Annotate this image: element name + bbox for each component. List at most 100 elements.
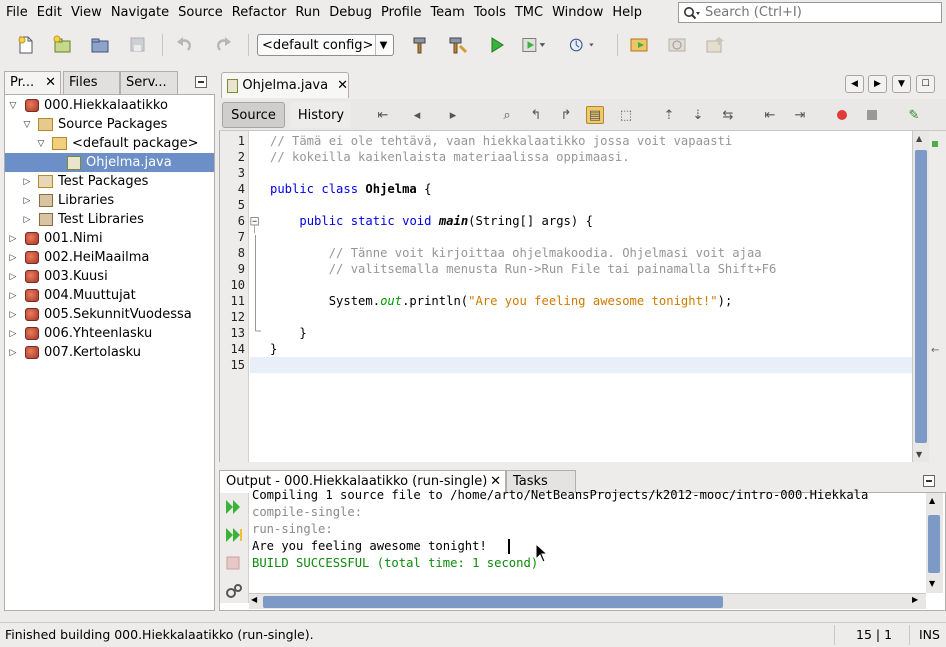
menu-tmc[interactable]: TMC xyxy=(512,0,546,26)
debug-icon[interactable] xyxy=(521,32,547,58)
shift-right-icon[interactable]: ⇥ xyxy=(791,106,809,124)
scroll-down-icon[interactable]: ▼ xyxy=(929,579,935,588)
tree-item[interactable]: Ohjelma.java xyxy=(5,153,214,172)
stop-icon[interactable] xyxy=(226,556,240,570)
tmc-upload-icon[interactable] xyxy=(703,32,729,58)
config-select[interactable]: <default config> ▼ xyxy=(257,34,394,56)
tree-item[interactable]: ▷ Test Packages xyxy=(22,172,149,191)
code-line[interactable]: // kokeilla kaikenlaista materiaalissa o… xyxy=(270,149,630,165)
scroll-thumb[interactable] xyxy=(263,596,723,608)
expand-icon[interactable]: ▷ xyxy=(8,310,18,320)
code-line[interactable]: public static void main(String[] args) { xyxy=(270,213,593,229)
tree-item[interactable]: ▽ Source Packages xyxy=(22,115,168,134)
collapse-icon[interactable]: ▽ xyxy=(8,101,18,111)
tree-item[interactable]: ▷ 002.HeiMaailma xyxy=(8,248,150,267)
scroll-right-icon[interactable]: ▶ xyxy=(912,595,918,604)
prev-bookmark-icon[interactable]: ⇡ xyxy=(660,106,678,124)
code-line[interactable]: System.out.println("Are you feeling awes… xyxy=(270,293,733,309)
code-line[interactable]: } xyxy=(270,341,277,357)
minimize-icon[interactable] xyxy=(923,475,935,487)
rerun-icon[interactable] xyxy=(225,499,243,515)
menu-source[interactable]: Source xyxy=(175,0,226,26)
menu-debug[interactable]: Debug xyxy=(326,0,375,26)
tree-item[interactable]: ▷ 005.SekunnitVuodessa xyxy=(8,305,192,324)
expand-icon[interactable]: ▷ xyxy=(8,329,18,339)
history-mode-button[interactable]: History xyxy=(291,102,351,128)
minimize-icon[interactable] xyxy=(195,76,207,88)
scroll-thumb[interactable] xyxy=(928,515,940,573)
maximize-icon[interactable]: ☐ xyxy=(916,75,935,93)
scroll-up-icon[interactable]: ▲ xyxy=(929,496,935,505)
tab-ohjelma-java[interactable]: Ohjelma.java ✕ xyxy=(221,72,349,98)
expand-icon[interactable]: ▷ xyxy=(22,196,32,206)
menu-navigate[interactable]: Navigate xyxy=(108,0,172,26)
menu-edit[interactable]: Edit xyxy=(34,0,65,26)
output-console[interactable]: Compiling 1 source file to /home/arto/Ne… xyxy=(219,488,946,611)
output-vertical-scrollbar[interactable]: ▲ ▼ xyxy=(926,493,943,593)
tab-files[interactable]: Files xyxy=(63,71,120,95)
tab-projects[interactable]: Pr... ✕ xyxy=(4,71,61,95)
code-line[interactable]: } xyxy=(270,325,306,341)
find-previous-icon[interactable]: ↰ xyxy=(527,106,545,124)
new-file-icon[interactable] xyxy=(13,32,39,58)
scroll-left-icon[interactable]: ◀ xyxy=(845,75,864,93)
record-macro-icon[interactable] xyxy=(833,106,851,124)
rect-select-icon[interactable]: ⬚ xyxy=(617,106,635,124)
scroll-up-icon[interactable]: ▲ xyxy=(916,134,922,143)
tree-item[interactable]: ▷ 007.Kertolasku xyxy=(8,343,141,362)
tree-item[interactable]: ▷ 004.Muuttujat xyxy=(8,286,136,305)
comment-icon[interactable]: ✎ xyxy=(905,106,923,124)
tree-item[interactable]: ▷ 003.Kuusi xyxy=(8,267,108,286)
menu-tools[interactable]: Tools xyxy=(471,0,509,26)
expand-icon[interactable]: ▷ xyxy=(22,215,32,225)
find-icon[interactable]: ⌕ xyxy=(498,106,516,124)
collapse-icon[interactable]: ▽ xyxy=(36,139,46,149)
last-edit-icon[interactable]: ⇤ xyxy=(374,106,392,124)
save-all-icon[interactable] xyxy=(125,32,151,58)
expand-icon[interactable]: ▷ xyxy=(22,177,32,187)
tree-item[interactable]: ▷ Test Libraries xyxy=(22,210,144,229)
tree-item[interactable]: ▽ <default package> xyxy=(36,134,199,153)
fold-icon[interactable] xyxy=(250,215,260,235)
rerun-with-params-icon[interactable] xyxy=(225,527,243,543)
scroll-left-icon[interactable]: ◀ xyxy=(251,595,257,604)
clean-build-icon[interactable] xyxy=(445,32,471,58)
search-input[interactable] xyxy=(705,5,935,20)
tree-item[interactable]: ▷ 001.Nimi xyxy=(8,229,103,248)
search-box[interactable] xyxy=(678,2,942,23)
source-mode-button[interactable]: Source xyxy=(222,102,285,128)
expand-icon[interactable]: ▷ xyxy=(8,348,18,358)
tab-services[interactable]: Serv... xyxy=(120,71,178,95)
expand-icon[interactable]: ▷ xyxy=(8,253,18,263)
redo-icon[interactable] xyxy=(210,32,236,58)
editor-vertical-scrollbar[interactable]: ▲ ▼ xyxy=(912,131,929,462)
undo-icon[interactable] xyxy=(172,32,198,58)
profile-icon[interactable] xyxy=(569,32,595,58)
menu-window[interactable]: Window xyxy=(549,0,606,26)
run-icon[interactable] xyxy=(484,32,510,58)
menu-run[interactable]: Run xyxy=(292,0,323,26)
forward-icon[interactable]: ▸ xyxy=(444,106,462,124)
find-next-icon[interactable]: ↱ xyxy=(557,106,575,124)
settings-icon[interactable] xyxy=(225,583,243,599)
menu-help[interactable]: Help xyxy=(609,0,645,26)
stop-macro-icon[interactable] xyxy=(863,106,881,124)
toggle-bookmark-icon[interactable]: ⇆ xyxy=(719,106,737,124)
open-project-icon[interactable] xyxy=(87,32,113,58)
menu-team[interactable]: Team xyxy=(427,0,467,26)
build-hammer-icon[interactable] xyxy=(407,32,433,58)
code-line[interactable]: public class Ohjelma { xyxy=(270,181,431,197)
close-icon[interactable]: ✕ xyxy=(45,72,56,94)
new-project-icon[interactable] xyxy=(49,32,75,58)
back-icon[interactable]: ◂ xyxy=(408,106,426,124)
collapse-icon[interactable]: ▽ xyxy=(22,120,32,130)
menu-view[interactable]: View xyxy=(68,0,105,26)
close-icon[interactable]: ✕ xyxy=(337,78,348,93)
tree-item[interactable]: ▽ 000.Hiekkalaatikko xyxy=(8,96,168,115)
tmc-test-icon[interactable] xyxy=(627,32,653,58)
code-editor[interactable]: 1 2 3 4 5 6 7 8 9 10 11 12 13 14 15 // Tämä ei ole teh… xyxy=(219,131,913,462)
menu-refactor[interactable]: Refactor xyxy=(229,0,290,26)
tab-list-icon[interactable]: ▼ xyxy=(892,75,911,93)
tmc-submit-icon[interactable] xyxy=(665,32,691,58)
expand-icon[interactable]: ▷ xyxy=(8,234,18,244)
